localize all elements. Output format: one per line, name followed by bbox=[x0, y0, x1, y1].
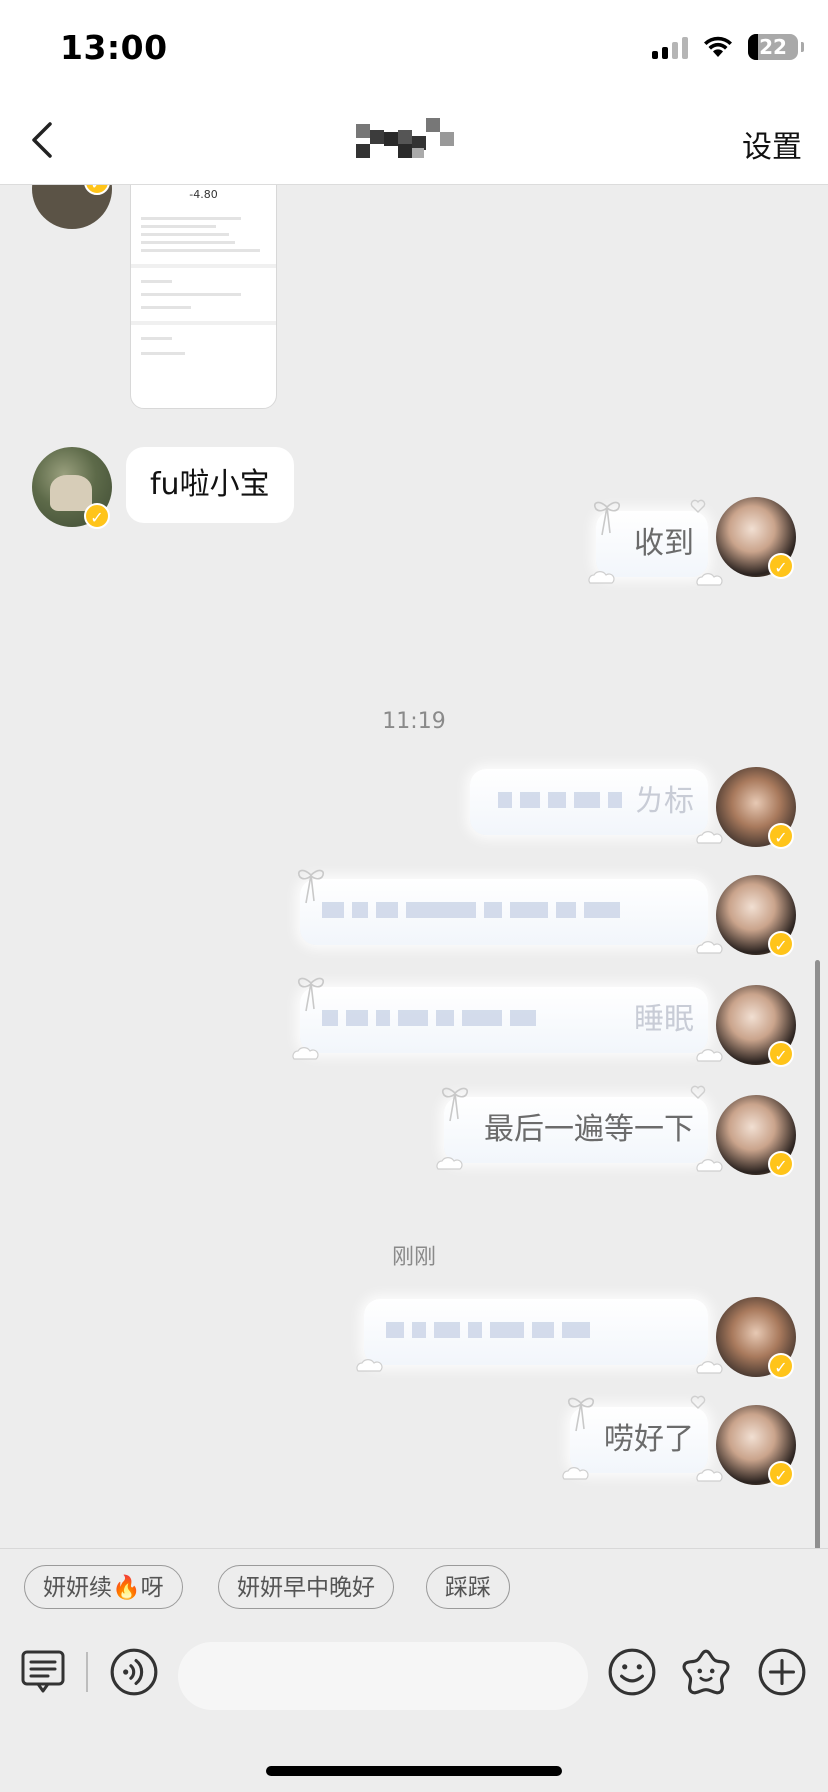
verified-badge-icon: ✓ bbox=[768, 553, 794, 579]
divider bbox=[86, 1652, 88, 1692]
verified-badge-icon: ✓ bbox=[768, 1041, 794, 1067]
cloud-decoration-icon bbox=[436, 1157, 463, 1170]
emoji-icon[interactable] bbox=[606, 1646, 658, 1698]
bow-decoration-icon bbox=[297, 977, 325, 1012]
cloud-decoration-icon bbox=[588, 571, 615, 584]
message-text: 收到 bbox=[634, 526, 694, 561]
cloud-decoration-icon bbox=[696, 1159, 723, 1172]
cloud-decoration-icon bbox=[696, 1361, 723, 1374]
message-bubble[interactable]: 唠好了 bbox=[562, 1395, 723, 1482]
message-bubble[interactable] bbox=[356, 1299, 723, 1374]
status-time: 13:00 bbox=[60, 28, 168, 67]
verified-badge-icon: ✓ bbox=[768, 1151, 794, 1177]
verified-badge-icon: ✓ bbox=[768, 823, 794, 849]
message-bubble[interactable]: 睡眠 bbox=[292, 977, 723, 1062]
heart-decoration-icon bbox=[690, 499, 706, 513]
verified-badge-icon: ✓ bbox=[768, 1461, 794, 1487]
shot-amount: -4.80 bbox=[189, 188, 218, 201]
timestamp: 11:19 bbox=[382, 709, 446, 734]
message-bubble[interactable]: 最后一遍等一下 bbox=[436, 1085, 723, 1172]
message-text: 最后一遍等一下 bbox=[484, 1112, 694, 1147]
cloud-decoration-icon bbox=[696, 1469, 723, 1482]
message-list[interactable]: ✓ -4.80 ✓ fu啦小宝 收到 bbox=[0, 185, 828, 1548]
home-indicator[interactable] bbox=[266, 1766, 562, 1776]
quick-reply-chip[interactable]: 踩踩 bbox=[426, 1565, 510, 1609]
timestamp: 刚刚 bbox=[391, 1245, 436, 1270]
verified-badge-icon: ✓ bbox=[768, 1353, 794, 1379]
plus-icon[interactable] bbox=[756, 1646, 808, 1698]
bow-decoration-icon bbox=[441, 1087, 469, 1122]
bow-decoration-icon bbox=[297, 869, 325, 904]
status-bar: 13:00 22 bbox=[0, 0, 828, 100]
cloud-decoration-icon bbox=[562, 1467, 589, 1480]
message-bubble[interactable]: fu啦小宝 bbox=[126, 447, 294, 523]
redacted-text bbox=[386, 1313, 590, 1347]
status-icons: 22 bbox=[652, 34, 804, 60]
heart-decoration-icon bbox=[690, 1085, 706, 1099]
bow-decoration-icon bbox=[567, 1397, 595, 1432]
heart-decoration-icon bbox=[690, 1395, 706, 1409]
battery-level: 22 bbox=[759, 35, 787, 59]
message-bubble[interactable] bbox=[297, 869, 723, 954]
bow-decoration-icon bbox=[593, 501, 621, 536]
sticker-icon[interactable] bbox=[680, 1646, 732, 1698]
verified-badge-icon: ✓ bbox=[84, 503, 110, 529]
image-message[interactable]: -4.80 bbox=[130, 185, 277, 409]
cloud-decoration-icon bbox=[696, 573, 723, 586]
menu-icon[interactable] bbox=[18, 1646, 68, 1696]
input-bar bbox=[0, 1628, 828, 1792]
cloud-decoration-icon bbox=[696, 831, 723, 844]
redacted-text bbox=[322, 1001, 536, 1035]
chat-header: 设置 bbox=[0, 100, 828, 185]
wifi-icon bbox=[704, 36, 732, 57]
signal-icon bbox=[652, 35, 688, 59]
message-input[interactable] bbox=[178, 1642, 588, 1710]
cloud-decoration-icon bbox=[696, 1049, 723, 1062]
message-text: ㄌ标 bbox=[634, 784, 694, 819]
settings-button[interactable]: 设置 bbox=[742, 122, 802, 166]
message-bubble[interactable]: 收到 bbox=[588, 499, 723, 586]
cloud-decoration-icon bbox=[696, 941, 723, 954]
quick-reply-chip[interactable]: 妍妍续🔥呀 bbox=[24, 1565, 183, 1609]
message-bubble[interactable]: ㄌ标 bbox=[470, 769, 723, 844]
message-text: 睡眠 bbox=[634, 1002, 694, 1037]
quick-reply-chip[interactable]: 妍妍早中晚好 bbox=[218, 1565, 394, 1609]
back-icon[interactable] bbox=[22, 118, 66, 162]
scrollbar[interactable] bbox=[815, 960, 820, 1550]
cloud-decoration-icon bbox=[292, 1047, 319, 1060]
voice-icon[interactable] bbox=[108, 1646, 160, 1698]
battery-icon: 22 bbox=[748, 34, 804, 60]
contact-name-redacted bbox=[356, 118, 454, 158]
redacted-text bbox=[322, 893, 620, 927]
verified-badge-icon: ✓ bbox=[768, 931, 794, 957]
message-text: 唠好了 bbox=[604, 1422, 694, 1457]
redacted-text bbox=[498, 783, 622, 817]
cloud-decoration-icon bbox=[356, 1359, 383, 1372]
quick-reply-bar: 妍妍续🔥呀 妍妍早中晚好 踩踩 bbox=[0, 1548, 828, 1629]
